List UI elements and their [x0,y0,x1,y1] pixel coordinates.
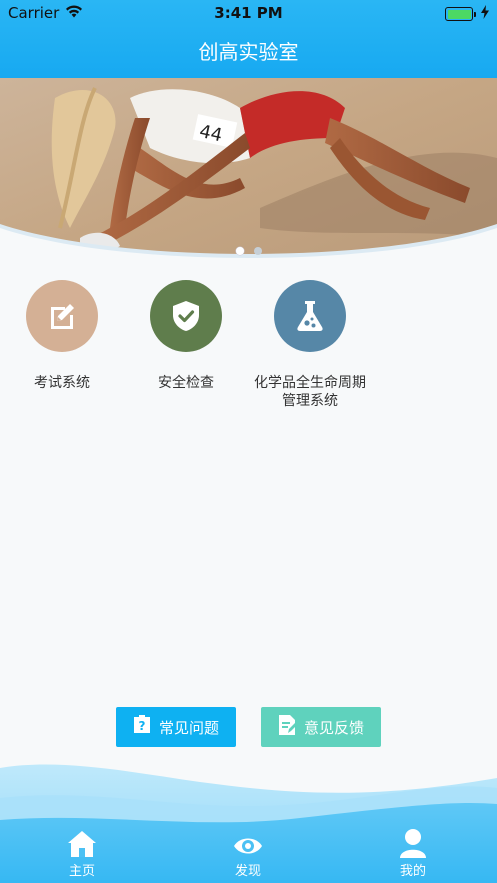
tab-mine-label: 我的 [399,864,426,879]
feedback-label: 意见反馈 [303,718,364,737]
tab-home-label: 主页 [68,864,95,879]
shield-check-icon [150,280,222,352]
tab-discover[interactable]: 发现 [198,826,298,879]
feature-label: 考试系统 [34,375,90,391]
banner-carousel[interactable]: 44 [0,78,497,266]
question-icon: ? [133,715,151,739]
eye-icon [198,826,298,858]
tab-mine[interactable]: 我的 [363,826,463,879]
feature-label: 安全检查 [158,375,214,391]
feature-label: 化学品全生命周期 管理系统 [245,374,375,410]
home-icon [32,826,132,858]
tab-bar: 主页 发现 我的 [0,826,497,883]
faq-label: 常见问题 [158,718,219,737]
user-icon [363,826,463,858]
carousel-dot[interactable] [253,247,262,255]
page-title: 创高实验室 [198,40,299,64]
banner-curve [0,224,497,266]
flask-icon [274,280,346,352]
feature-label-line: 化学品全生命周期 [254,375,366,391]
svg-text:?: ? [139,719,146,733]
status-time: 3:41 PM [214,4,283,22]
feature-exam-system[interactable]: 考试系统 [0,280,127,392]
tab-home[interactable]: 主页 [32,826,132,879]
feature-safety-check[interactable]: 安全检查 [121,280,251,392]
feature-label-line: 管理系统 [282,393,338,409]
carousel-dot-active[interactable] [235,247,244,255]
battery-icon [445,7,476,21]
charging-icon [481,5,489,23]
carousel-dots [0,247,497,255]
tab-discover-label: 发现 [234,864,261,879]
document-edit-icon [278,715,297,739]
status-right [445,5,489,23]
faq-button[interactable]: ? 常见问题 [116,707,236,747]
header-bar: Carrier 3:41 PM 创高实验室 [0,0,497,78]
status-bar: Carrier 3:41 PM [0,0,497,26]
feature-chemical-management[interactable]: 化学品全生命周期 管理系统 [245,280,375,410]
edit-icon [26,280,98,352]
feedback-button[interactable]: 意见反馈 [261,707,381,747]
